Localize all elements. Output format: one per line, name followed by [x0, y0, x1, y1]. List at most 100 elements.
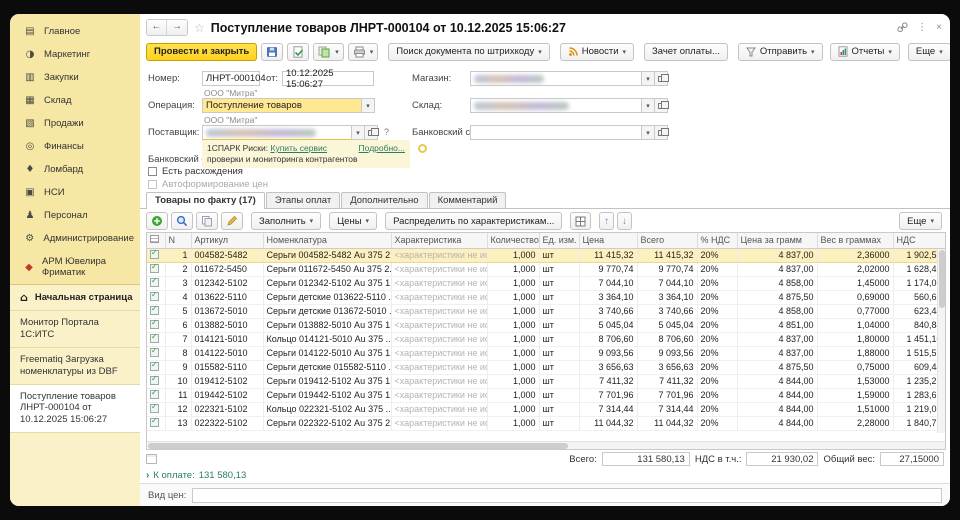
cell-unit[interactable]: шт — [539, 402, 579, 416]
row-type-cell[interactable] — [147, 402, 165, 416]
row-type-cell[interactable] — [147, 388, 165, 402]
tab[interactable]: Этапы оплат — [266, 192, 340, 208]
col-characteristic[interactable]: Характеристика — [391, 233, 487, 248]
cell-unit[interactable]: шт — [539, 346, 579, 360]
cell-n[interactable]: 1 — [165, 248, 191, 262]
cell-price[interactable]: 9 093,56 — [579, 346, 637, 360]
cell-n[interactable]: 6 — [165, 318, 191, 332]
cell-unit[interactable]: шт — [539, 374, 579, 388]
cell-article[interactable]: 019412-5102 — [191, 374, 263, 388]
cell-total[interactable]: 9 093,56 — [637, 346, 697, 360]
cell-total[interactable]: 3 740,66 — [637, 304, 697, 318]
cell-unit[interactable]: шт — [539, 360, 579, 374]
more-button[interactable]: Еще▾ — [908, 43, 950, 61]
search-row-button[interactable] — [171, 212, 193, 230]
cell-unit[interactable]: шт — [539, 318, 579, 332]
cell-n[interactable]: 9 — [165, 360, 191, 374]
cell-n[interactable]: 2 — [165, 262, 191, 276]
add-row-button[interactable] — [146, 212, 168, 230]
cell-total[interactable]: 11 415,32 — [637, 248, 697, 262]
prices-button[interactable]: Цены▾ — [329, 212, 377, 230]
cell-vat-pct[interactable]: 20% — [697, 416, 737, 430]
open-page-item[interactable]: Монитор Портала 1С:ИТС — [10, 311, 140, 348]
cell-nomenclature[interactable]: Серьги 019442-5102 Au 375 1... — [263, 388, 391, 402]
warehouse-dropdown-button[interactable]: ▾ — [642, 98, 655, 113]
warehouse-open-button[interactable] — [655, 98, 668, 113]
horizontal-scrollbar[interactable] — [147, 441, 945, 449]
cell-quantity[interactable]: 1,000 — [487, 388, 539, 402]
row-type-cell[interactable] — [147, 248, 165, 262]
cell-article[interactable]: 012342-5102 — [191, 276, 263, 290]
table-row[interactable]: 5 013672-5010 Серьги детские 013672-5010… — [147, 304, 945, 318]
row-type-cell[interactable] — [147, 374, 165, 388]
cell-quantity[interactable]: 1,000 — [487, 248, 539, 262]
favorite-star-icon[interactable]: ☆ — [194, 21, 205, 35]
print-button[interactable]: ▾ — [348, 43, 379, 61]
cell-unit[interactable]: шт — [539, 248, 579, 262]
cell-quantity[interactable]: 1,000 — [487, 374, 539, 388]
save-button[interactable] — [261, 43, 283, 61]
cell-total[interactable]: 7 044,10 — [637, 276, 697, 290]
row-type-cell[interactable] — [147, 332, 165, 346]
cell-price-per-gram[interactable]: 4 851,00 — [737, 318, 817, 332]
cell-vat-pct[interactable]: 20% — [697, 346, 737, 360]
cell-nomenclature[interactable]: Кольцо 022321-5102 Au 375 ... — [263, 402, 391, 416]
cell-weight[interactable]: 1,53000 — [817, 374, 893, 388]
cell-price[interactable]: 5 045,04 — [579, 318, 637, 332]
cell-quantity[interactable]: 1,000 — [487, 318, 539, 332]
cell-vat-pct[interactable]: 20% — [697, 374, 737, 388]
post-and-close-button[interactable]: Провести и закрыть — [146, 43, 257, 61]
cell-article[interactable]: 022322-5102 — [191, 416, 263, 430]
send-button[interactable]: Отправить▾ — [738, 43, 823, 61]
table-row[interactable]: 4 013622-5110 Серьги детские 013622-5110… — [147, 290, 945, 304]
cell-unit[interactable]: шт — [539, 388, 579, 402]
cell-nomenclature[interactable]: Серьги детские 013622-5110 ... — [263, 290, 391, 304]
cell-price-per-gram[interactable]: 4 837,00 — [737, 248, 817, 262]
cell-n[interactable]: 7 — [165, 332, 191, 346]
cell-weight[interactable]: 1,04000 — [817, 318, 893, 332]
bank-account2-open-button[interactable] — [655, 125, 668, 140]
cell-characteristic[interactable]: <характеристики не испо... — [391, 304, 487, 318]
copy-row-button[interactable] — [196, 212, 218, 230]
cell-price-per-gram[interactable]: 4 875,50 — [737, 290, 817, 304]
cell-price-per-gram[interactable]: 4 844,00 — [737, 374, 817, 388]
table-row[interactable]: 2 011672-5450 Серьги 011672-5450 Au 375 … — [147, 262, 945, 276]
col-article[interactable]: Артикул — [191, 233, 263, 248]
horizontal-scrollbar-thumb[interactable] — [148, 443, 568, 449]
operation-dropdown-button[interactable]: ▾ — [362, 98, 375, 113]
open-page-item[interactable]: Freematiq Загрузка номенклатуры из DBF — [10, 348, 140, 385]
cell-price[interactable]: 7 701,96 — [579, 388, 637, 402]
col-quantity[interactable]: Количество — [487, 233, 539, 248]
cell-characteristic[interactable]: <характеристики не испо... — [391, 374, 487, 388]
cell-price-per-gram[interactable]: 4 837,00 — [737, 262, 817, 276]
price-type-field[interactable] — [192, 488, 942, 503]
payable-expander[interactable]: › К оплате: 131 580,13 — [140, 467, 950, 483]
table-row[interactable]: 7 014121-5010 Кольцо 014121-5010 Au 375 … — [147, 332, 945, 346]
discrepancies-checkbox[interactable]: Есть расхождения — [148, 166, 243, 177]
post-document-button[interactable] — [287, 43, 309, 61]
sidebar-menu-item[interactable]: ▥ Закупки — [10, 66, 140, 89]
cell-n[interactable]: 3 — [165, 276, 191, 290]
payment-offset-button[interactable]: Зачет оплаты... — [644, 43, 728, 61]
col-nomenclature[interactable]: Номенклатура — [263, 233, 391, 248]
col-total[interactable]: Всего — [637, 233, 697, 248]
cell-n[interactable]: 11 — [165, 388, 191, 402]
cell-price-per-gram[interactable]: 4 837,00 — [737, 346, 817, 360]
cell-article[interactable]: 013622-5110 — [191, 290, 263, 304]
cell-unit[interactable]: шт — [539, 304, 579, 318]
cell-total[interactable]: 7 411,32 — [637, 374, 697, 388]
back-button[interactable]: ← — [147, 20, 167, 35]
cell-unit[interactable]: шт — [539, 332, 579, 346]
cell-characteristic[interactable]: <характеристики не испо... — [391, 346, 487, 360]
row-type-cell[interactable] — [147, 276, 165, 290]
cell-quantity[interactable]: 1,000 — [487, 276, 539, 290]
table-row[interactable]: 10 019412-5102 Серьги 019412-5102 Au 375… — [147, 374, 945, 388]
bank-account2-field[interactable] — [470, 125, 642, 140]
cell-weight[interactable]: 1,80000 — [817, 332, 893, 346]
cell-characteristic[interactable]: <характеристики не испо... — [391, 388, 487, 402]
warehouse-field[interactable] — [470, 98, 642, 113]
cell-article[interactable]: 022321-5102 — [191, 402, 263, 416]
window-menu-icon[interactable]: ⋮ — [917, 22, 927, 33]
move-row-up-button[interactable]: ↑ — [599, 212, 614, 230]
cell-n[interactable]: 8 — [165, 346, 191, 360]
